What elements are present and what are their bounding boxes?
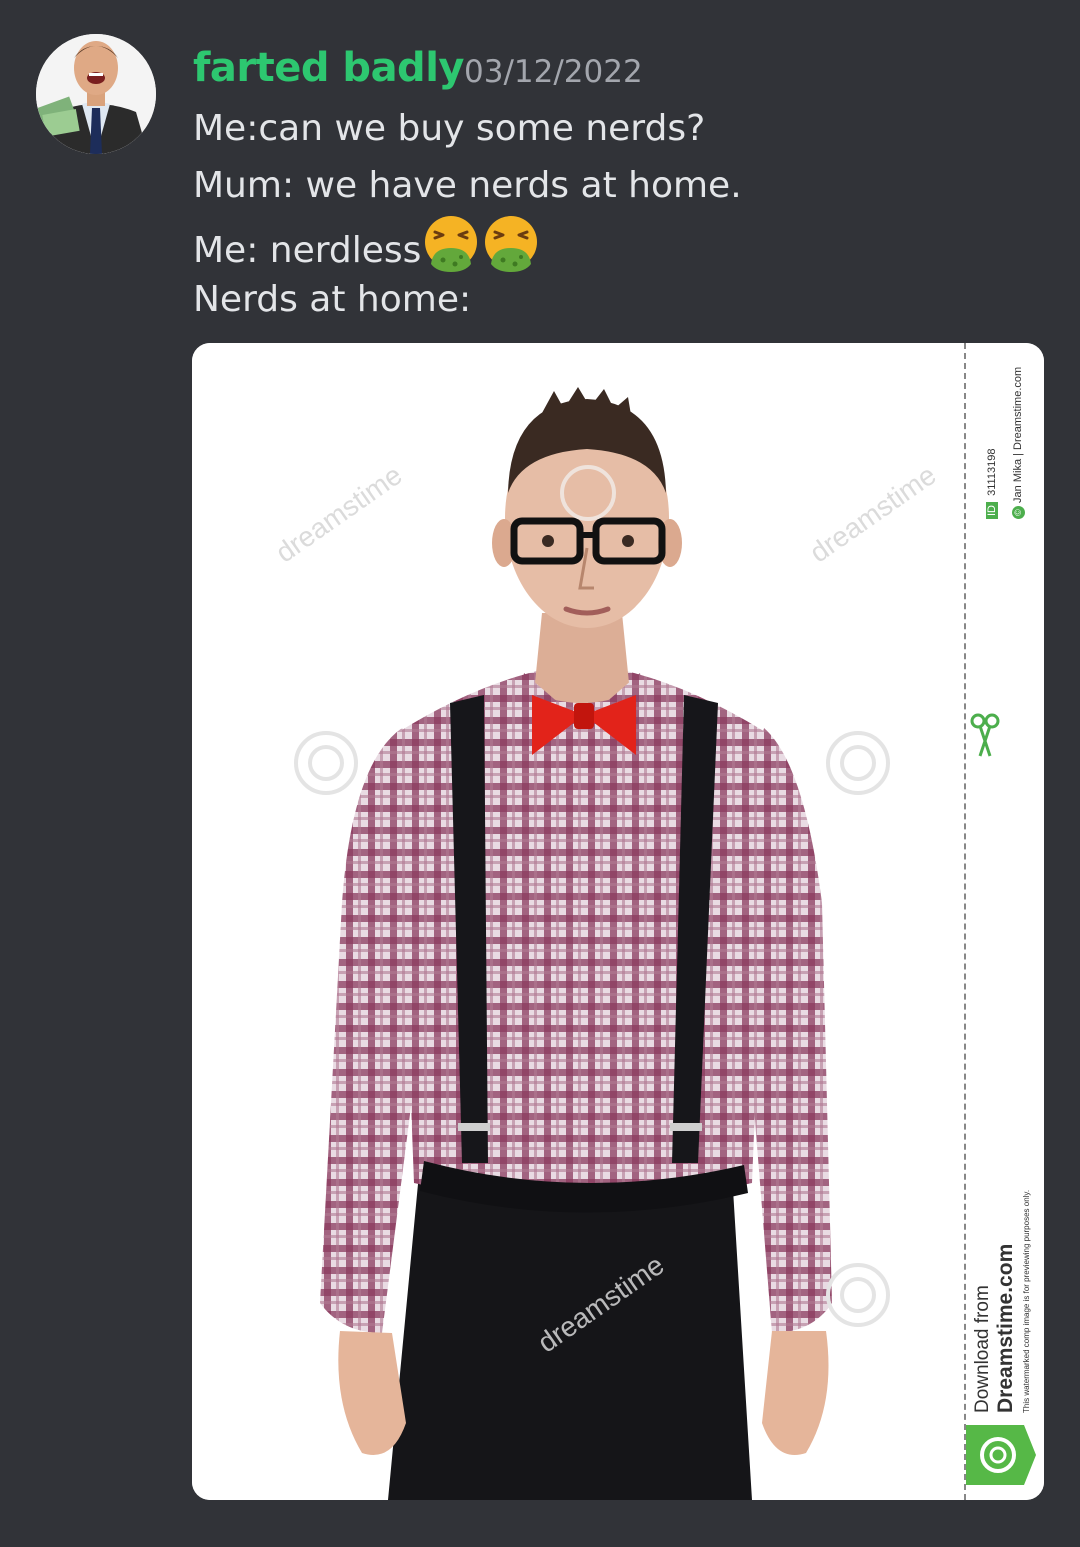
image-id: 31113198 xyxy=(986,448,998,496)
message-line: Me:can we buy some nerds? xyxy=(193,108,706,149)
copyright-icon: © xyxy=(1012,506,1025,519)
nauseated-face-icon[interactable] xyxy=(421,214,481,274)
message-line-text: Me: nerdless xyxy=(193,230,422,271)
download-from-text: Download from xyxy=(972,1285,993,1413)
nauseated-face-icon[interactable] xyxy=(481,214,541,274)
message-line-with-emoji: Me: nerdless xyxy=(193,214,1053,274)
message-timestamp: 03/12/2022 xyxy=(464,54,643,90)
author-name[interactable]: farted badly xyxy=(193,40,464,96)
avatar-image xyxy=(36,34,156,154)
photo-credit: Jan Mika | Dreamstime.com xyxy=(1012,366,1024,503)
image-id-row: ID 31113198 xyxy=(986,449,998,519)
message-line: Nerds at home: xyxy=(193,279,472,320)
image-id-label: ID xyxy=(986,502,998,519)
image-attachment[interactable]: dreamstime dreamstime dreamstime ID 3111… xyxy=(192,343,1044,1500)
site-name[interactable]: Dreamstime.com xyxy=(994,1244,1018,1413)
credit-row: © Jan Mika | Dreamstime.com xyxy=(1012,367,1025,519)
disclaimer-text: This watermarked comp image is for previ… xyxy=(1022,1189,1031,1413)
message-content: Me:can we buy some nerds? Mum: we have n… xyxy=(193,100,1053,328)
dreamstime-logo-icon xyxy=(966,1425,1036,1485)
scissors-icon xyxy=(970,713,1000,757)
avatar[interactable] xyxy=(36,34,156,154)
message-line: Mum: we have nerds at home. xyxy=(193,165,742,206)
stock-info-strip: ID 31113198 © Jan Mika | Dreamstime.com … xyxy=(964,343,1044,1500)
